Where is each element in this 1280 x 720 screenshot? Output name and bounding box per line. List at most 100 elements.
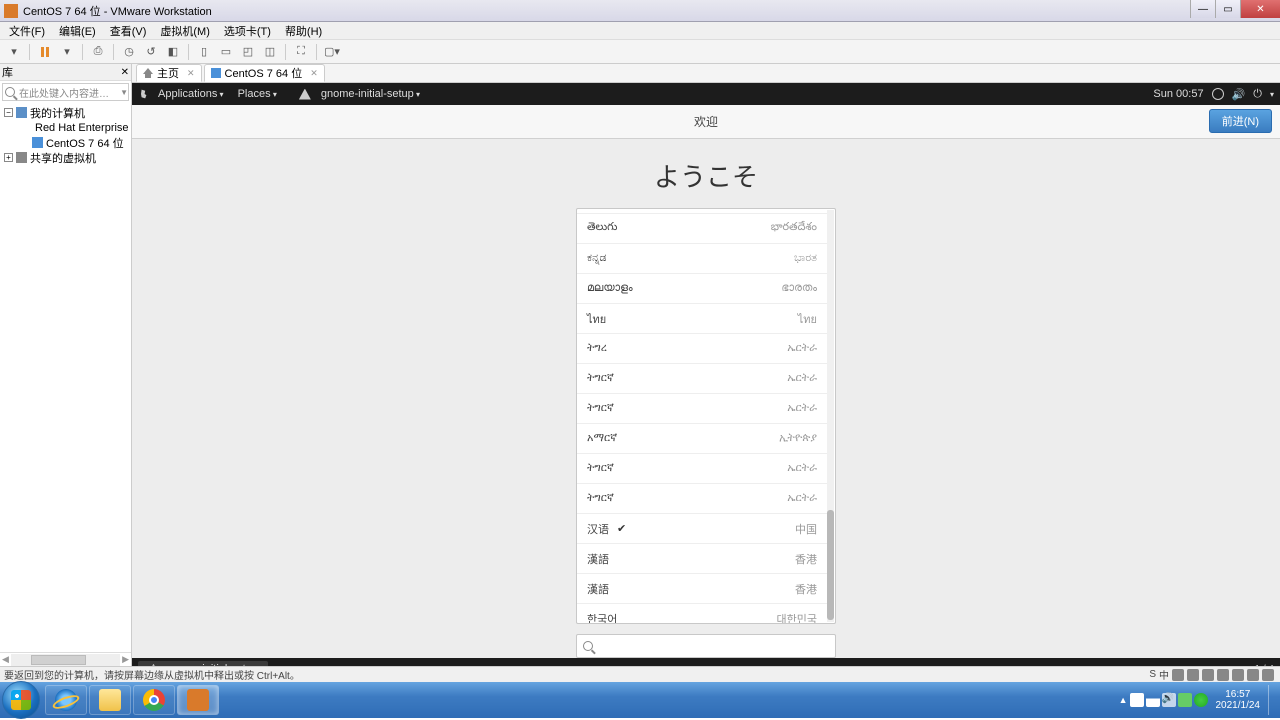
toolbar-unity-button[interactable]: ◫ (260, 43, 280, 61)
start-button[interactable] (2, 681, 40, 719)
toolbar-stretch-button[interactable]: ◰ (238, 43, 258, 61)
menu-tabs[interactable]: 选项卡(T) (219, 22, 276, 40)
welcome-content: ようこそ తెలుగుభారతదేశంಕನ್ನಡಭಾರತമലയാളംഭാരതംไ… (132, 139, 1280, 658)
language-row[interactable]: 汉语✔中国 (577, 514, 827, 544)
taskbar-ie-button[interactable] (45, 685, 87, 715)
window-close-button[interactable]: ✕ (1240, 0, 1280, 18)
language-name: ትግረ (587, 342, 607, 355)
gnome-volume-icon[interactable]: 🔊 (1232, 88, 1246, 101)
hscroll-thumb[interactable] (31, 655, 86, 665)
show-desktop-button[interactable] (1268, 685, 1276, 715)
tree-node-shared[interactable]: + 共享的虚拟机 (4, 150, 131, 165)
toolbar-power-split[interactable]: ▾ (57, 43, 77, 61)
tree-node-my-computer[interactable]: − 我的计算机 (4, 105, 131, 120)
language-row[interactable]: മലയാളംഭാരതം (577, 274, 827, 304)
gnome-clock[interactable]: Sun 00:57 (1153, 88, 1203, 100)
toolbar-fit-guest-button[interactable]: ▯ (194, 43, 214, 61)
tray-date: 2021/1/24 (1216, 700, 1261, 712)
toolbar-pause-button[interactable] (35, 43, 55, 61)
toolbar-fullscreen-button[interactable]: ⛶ (291, 43, 311, 61)
language-row[interactable]: 漢語香港 (577, 574, 827, 604)
next-button-label: 前进(N) (1222, 113, 1259, 129)
tray-device-icon[interactable] (1232, 669, 1244, 681)
gnome-applications-menu[interactable]: Applications (152, 86, 230, 102)
tray-clock[interactable]: 16:57 2021/1/24 (1216, 689, 1261, 712)
tray-ime-lang[interactable]: 中 (1159, 667, 1169, 682)
tree-node-redhat[interactable]: Red Hat Enterprise Li (4, 120, 131, 135)
tray-action-center-icon[interactable] (1130, 693, 1144, 707)
toolbar-clock-button[interactable]: ◷ (119, 43, 139, 61)
shared-icon (16, 152, 27, 163)
toolbar-manage-button[interactable]: ◧ (163, 43, 183, 61)
language-region: ኤርትራ (787, 402, 817, 415)
tray-show-hidden[interactable]: ▲ (1119, 695, 1128, 705)
toolbar-snapshot-button[interactable]: ⎙ (88, 43, 108, 61)
search-dropdown-icon[interactable]: ▼ (120, 88, 128, 97)
language-region: ኤርትራ (787, 462, 817, 475)
tray-network-icon[interactable] (1146, 693, 1160, 707)
tree-expand-icon[interactable]: + (4, 153, 13, 162)
tray-device-icon[interactable] (1172, 669, 1184, 681)
menu-file[interactable]: 文件(F) (4, 22, 50, 40)
menu-help[interactable]: 帮助(H) (280, 22, 327, 40)
sidebar-search-input[interactable]: 在此处键入内容进行搜索 ▼ (2, 83, 129, 101)
guest-screen: Applications Places gnome-initial-setup … (132, 83, 1280, 680)
toolbar-fit-window-button[interactable]: ▭ (216, 43, 236, 61)
language-row[interactable]: తెలుగుభారతదేశం (577, 214, 827, 244)
tray-device-icon[interactable] (1187, 669, 1199, 681)
tray-sogou-icon[interactable]: S (1149, 669, 1156, 680)
language-row[interactable]: ትግርኛኤርትራ (577, 454, 827, 484)
tray-device-icon[interactable] (1247, 669, 1259, 681)
gnome-power-icon[interactable]: ⏻ (1253, 88, 1262, 101)
language-row[interactable]: ಕನ್ನಡಭಾರತ (577, 244, 827, 274)
window-maximize-button[interactable]: ▭ (1215, 0, 1240, 18)
window-minimize-button[interactable]: — (1190, 0, 1215, 18)
language-row[interactable]: ትግርኛኤርትራ (577, 364, 827, 394)
gnome-app-menu[interactable]: gnome-initial-setup (315, 86, 426, 102)
language-row[interactable]: ትግርኛኤርትራ (577, 484, 827, 514)
menu-view[interactable]: 查看(V) (105, 22, 152, 40)
gnome-places-menu[interactable]: Places (232, 86, 283, 102)
language-region: భారతదేశం (771, 221, 817, 236)
language-search-input[interactable] (576, 634, 836, 658)
taskbar-chrome-button[interactable] (133, 685, 175, 715)
language-row[interactable]: ไทยไทย (577, 304, 827, 334)
sidebar-search-placeholder: 在此处键入内容进行搜索 (19, 85, 116, 100)
toolbar-power-dropdown[interactable]: ▾ (4, 43, 24, 61)
language-row[interactable]: 漢語香港 (577, 544, 827, 574)
tray-device-icon[interactable] (1262, 669, 1274, 681)
hscroll-right[interactable]: ▶ (120, 654, 131, 665)
menu-edit[interactable]: 编辑(E) (54, 22, 101, 40)
language-scrollbar[interactable] (827, 210, 834, 622)
tree-collapse-icon[interactable]: − (4, 108, 13, 117)
language-row[interactable]: ትግረኤርትራ (577, 334, 827, 364)
vmware-icon (187, 689, 209, 711)
tray-device-icon[interactable] (1217, 669, 1229, 681)
tray-volume-icon[interactable]: 🔊 (1162, 693, 1176, 707)
scrollbar-thumb[interactable] (827, 510, 834, 620)
tray-360-icon[interactable] (1194, 693, 1208, 707)
tray-battery-icon[interactable] (1178, 693, 1192, 707)
gnome-activities-icon[interactable] (138, 89, 150, 100)
language-row[interactable]: አማርኛኢትዮጵያ (577, 424, 827, 454)
next-button[interactable]: 前进(N) (1209, 109, 1272, 133)
chrome-icon (143, 689, 165, 711)
language-row[interactable]: ትግርኛኤርትራ (577, 394, 827, 424)
menu-vm[interactable]: 虚拟机(M) (155, 22, 215, 40)
tree-node-centos[interactable]: CentOS 7 64 位 (4, 135, 131, 150)
language-row[interactable]: 한국어대한민국 (577, 604, 827, 623)
tab-close-icon[interactable]: ✕ (310, 68, 318, 79)
sidebar-close-button[interactable]: ✕ (121, 67, 129, 78)
tray-device-icon[interactable] (1202, 669, 1214, 681)
taskbar-vmware-button[interactable] (177, 685, 219, 715)
toolbar-view-dropdown[interactable]: ▢▾ (322, 43, 342, 61)
gnome-a11y-icon[interactable] (1212, 88, 1224, 100)
hscroll-left[interactable]: ◀ (0, 654, 11, 665)
tab-centos[interactable]: CentOS 7 64 位 ✕ (204, 64, 325, 82)
search-icon (5, 87, 15, 97)
gnome-user-menu[interactable]: ▾ (1270, 90, 1274, 99)
toolbar-revert-button[interactable]: ↺ (141, 43, 161, 61)
tab-close-icon[interactable]: ✕ (187, 68, 195, 79)
taskbar-explorer-button[interactable] (89, 685, 131, 715)
tab-home[interactable]: 主页 ✕ (136, 64, 202, 82)
